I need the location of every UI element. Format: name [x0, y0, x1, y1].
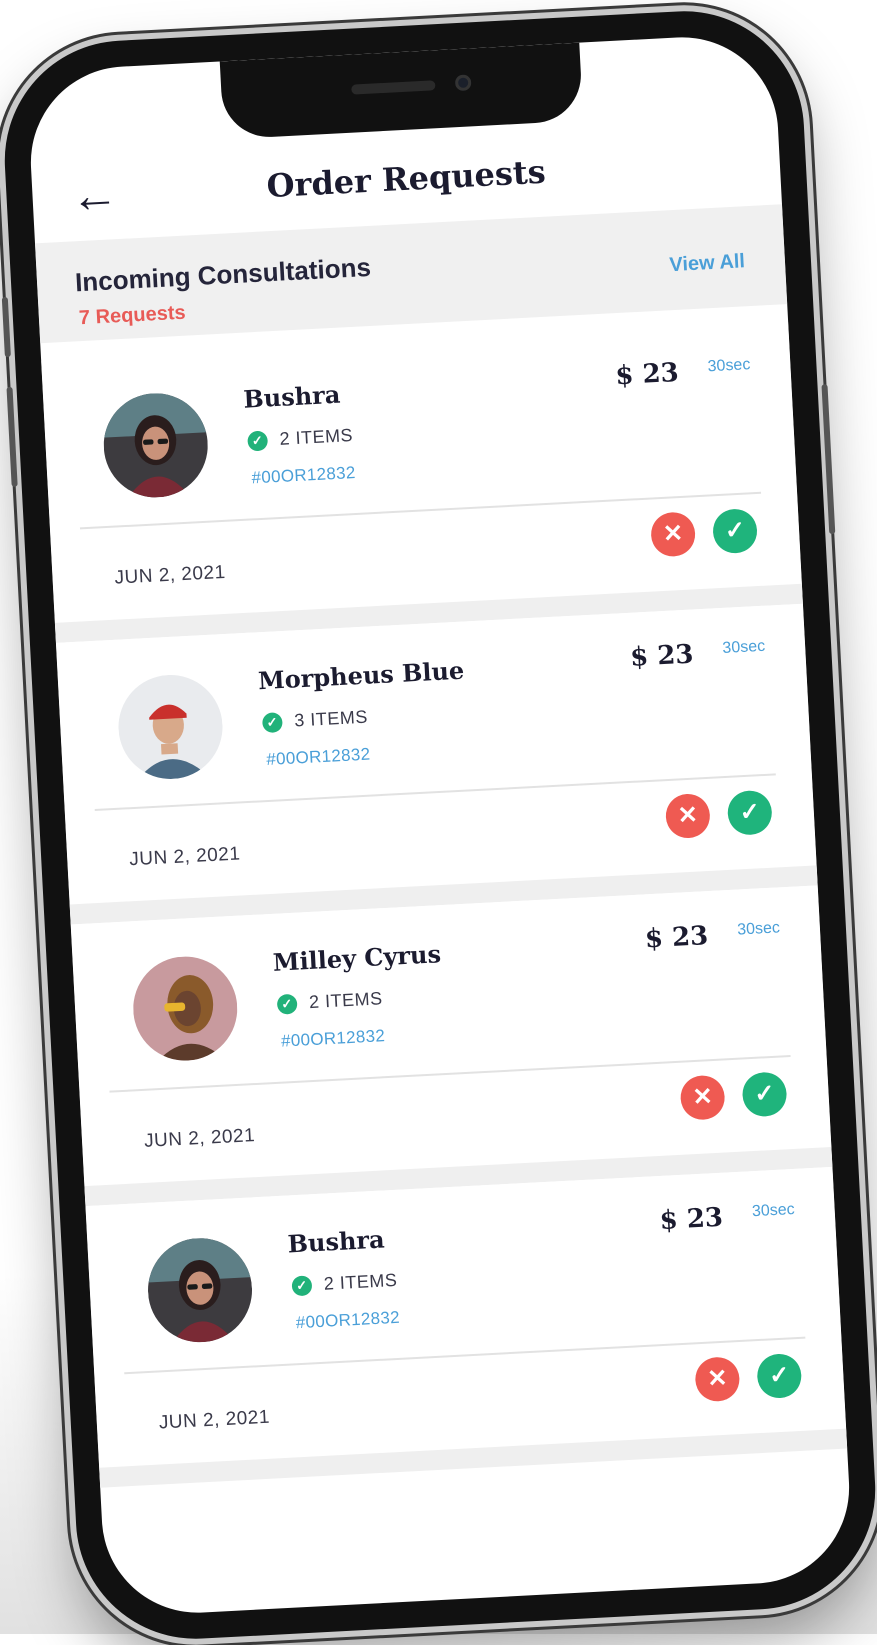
- customer-name: Morpheus Blue: [257, 655, 465, 696]
- avatar: [145, 1235, 255, 1345]
- order-date: JUN 2, 2021: [128, 843, 241, 871]
- checkmark-icon: ✓: [724, 516, 746, 545]
- order-timer: 30sec: [751, 1200, 796, 1221]
- order-list: Bushra ✓ 2 ITEMS #00OR12832 $ 23 30sec J…: [41, 322, 848, 1488]
- order-timer: 30sec: [707, 356, 751, 376]
- items-label: 2 ITEMS: [323, 1269, 398, 1294]
- accept-button[interactable]: ✓: [726, 789, 773, 836]
- checkmark-icon: ✓: [753, 1079, 776, 1108]
- order-id: #00OR12832: [251, 462, 357, 488]
- woman-glasses-avatar-icon: [101, 390, 211, 501]
- speaker-grille: [351, 80, 436, 95]
- close-icon: ✕: [706, 1364, 729, 1393]
- order-price: $ 23: [614, 357, 680, 392]
- front-camera: [454, 74, 472, 92]
- checkmark-icon: ✓: [768, 1361, 791, 1390]
- woman-braids-avatar-icon: [130, 953, 240, 1064]
- check-icon: ✓: [291, 1274, 313, 1296]
- phone-side-button: [1, 296, 11, 358]
- customer-name: Bushra: [286, 1224, 386, 1259]
- close-icon: ✕: [691, 1083, 714, 1112]
- order-timer: 30sec: [722, 637, 766, 657]
- order-date: JUN 2, 2021: [114, 561, 227, 589]
- accept-button[interactable]: ✓: [756, 1352, 803, 1400]
- order-card[interactable]: Bushra ✓ 2 ITEMS #00OR12832 $ 23 30sec J…: [41, 322, 803, 643]
- order-id: #00OR12832: [265, 744, 371, 769]
- avatar: [101, 390, 211, 501]
- close-icon: ✕: [677, 801, 699, 830]
- reject-button[interactable]: ✕: [679, 1074, 726, 1121]
- avatar: [115, 672, 226, 782]
- order-price: $ 23: [629, 639, 695, 673]
- accept-button[interactable]: ✓: [711, 508, 759, 555]
- customer-name: Milley Cyrus: [272, 939, 442, 977]
- checkmark-icon: ✓: [739, 798, 761, 827]
- view-all-link[interactable]: View All: [669, 250, 746, 277]
- order-price: $ 23: [644, 921, 709, 955]
- items-count: ✓ 3 ITEMS: [261, 706, 369, 733]
- customer-name: Bushra: [242, 379, 341, 414]
- accept-button[interactable]: ✓: [741, 1071, 788, 1118]
- items-count: ✓ 2 ITEMS: [276, 988, 384, 1015]
- order-price: $ 23: [658, 1202, 724, 1237]
- requests-count: 7 Requests: [78, 301, 187, 330]
- page-title: Order Requests: [265, 152, 547, 206]
- order-card[interactable]: Morpheus Blue ✓ 3 ITEMS #00OR12832 $ 23 …: [55, 603, 818, 925]
- phone-mockup: ← Order Requests Incoming Consultations …: [0, 5, 877, 1645]
- avatar: [130, 953, 240, 1064]
- arrow-left-icon[interactable]: ←: [69, 168, 120, 223]
- items-label: 2 ITEMS: [279, 425, 354, 449]
- reject-button[interactable]: ✕: [649, 511, 697, 558]
- man-red-cap-avatar-icon: [115, 672, 226, 782]
- items-count: ✓ 2 ITEMS: [291, 1269, 398, 1296]
- reject-button[interactable]: ✕: [694, 1356, 741, 1403]
- order-id: #00OR12832: [295, 1307, 401, 1333]
- phone-side-button: [6, 386, 18, 487]
- order-timer: 30sec: [736, 919, 781, 939]
- check-icon: ✓: [276, 993, 298, 1015]
- order-card[interactable]: Bushra ✓ 2 ITEMS #00OR12832 $ 23 30sec J…: [85, 1166, 848, 1488]
- order-id: #00OR12832: [280, 1026, 386, 1051]
- order-date: JUN 2, 2021: [143, 1125, 256, 1152]
- phone-screen: ← Order Requests Incoming Consultations …: [26, 32, 854, 1618]
- check-icon: ✓: [261, 711, 283, 733]
- items-label: 3 ITEMS: [293, 706, 369, 731]
- order-date: JUN 2, 2021: [158, 1406, 271, 1434]
- reject-button[interactable]: ✕: [664, 792, 711, 840]
- check-icon: ✓: [247, 430, 269, 452]
- order-card[interactable]: Milley Cyrus ✓ 2 ITEMS #00OR12832 $ 23 3…: [70, 885, 833, 1207]
- items-count: ✓ 2 ITEMS: [247, 425, 354, 452]
- section-title: Incoming Consultations: [74, 251, 372, 298]
- items-label: 2 ITEMS: [308, 988, 384, 1013]
- woman-glasses-avatar-icon: [145, 1235, 255, 1345]
- close-icon: ✕: [662, 519, 684, 548]
